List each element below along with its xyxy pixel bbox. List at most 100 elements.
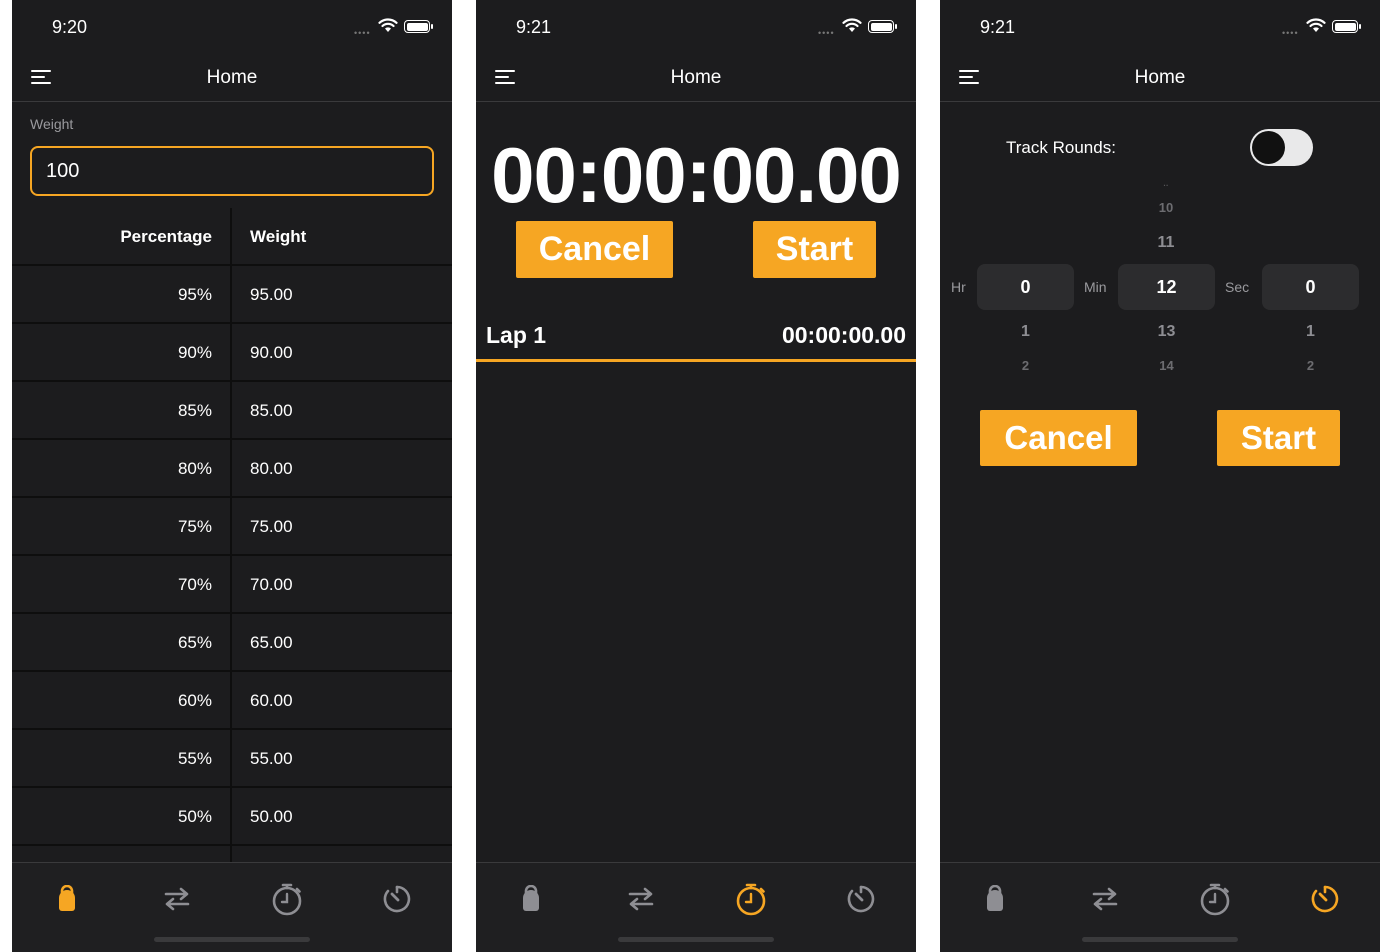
swap-arrows-icon [628, 887, 654, 911]
row-percentage: 70% [177, 575, 212, 594]
row-percentage: 55% [177, 749, 212, 768]
picker-option: 10 [1158, 200, 1174, 215]
picker-option: 13 [1157, 323, 1176, 340]
minutes-label: Min [1084, 279, 1107, 295]
row-weight: 95.00 [250, 285, 293, 304]
cancel-button[interactable]: Cancel [516, 221, 673, 278]
row-percentage: 65% [177, 633, 212, 652]
seconds-selected[interactable]: 0 [1262, 264, 1359, 310]
row-weight: 50.00 [250, 807, 293, 826]
status-bar: 9:21 •••• [940, 0, 1380, 54]
stopwatch-icon [736, 883, 766, 916]
timer-icon [847, 885, 875, 913]
stopwatch-icon [1200, 883, 1230, 916]
track-rounds-toggle[interactable] [1250, 129, 1313, 166]
table-row: 65% 65.00 [12, 614, 452, 672]
swap-arrows-icon [164, 887, 190, 911]
timer-screen: 9:21 •••• Home Track Rounds: ·· 10 11 Hr… [940, 0, 1380, 952]
page-title: Home [206, 67, 258, 88]
picker-option: 1 [1021, 323, 1030, 340]
tab-convert[interactable] [1087, 881, 1123, 917]
tab-timer[interactable] [1307, 881, 1343, 917]
table-row: 75% 75.00 [12, 498, 452, 556]
picker-option: 14 [1159, 358, 1174, 373]
tab-stopwatch[interactable] [1197, 881, 1233, 917]
row-percentage: 60% [177, 691, 212, 710]
page-title: Home [1134, 67, 1186, 88]
nav-bar: Home [940, 54, 1380, 102]
tab-percentage[interactable] [977, 881, 1013, 917]
lap-row: Lap 1 00:00:00.00 [476, 316, 916, 362]
kettlebell-icon [523, 885, 539, 911]
seconds-label: Sec [1225, 279, 1250, 295]
status-bar: 9:21 •••• [476, 0, 916, 54]
tab-convert[interactable] [623, 881, 659, 917]
signal-icon: •••• [818, 28, 835, 38]
row-weight: 70.00 [250, 575, 293, 594]
picker-dot: ·· [1163, 181, 1169, 190]
timer-icon [383, 885, 411, 913]
row-weight: 85.00 [250, 401, 293, 420]
hours-label: Hr [951, 279, 966, 295]
hours-selected[interactable]: 0 [977, 264, 1074, 310]
tab-stopwatch[interactable] [733, 881, 769, 917]
kettlebell-icon [987, 885, 1003, 911]
stopwatch-icon [272, 883, 302, 916]
cancel-button[interactable]: Cancel [980, 410, 1137, 466]
tab-timer[interactable] [379, 881, 415, 917]
table-row: 95% 95.00 [12, 266, 452, 324]
page-title: Home [670, 67, 722, 88]
swap-arrows-icon [1092, 887, 1118, 911]
picker-option: 11 [1157, 234, 1175, 251]
percentage-table: Percentage Weight 95% 95.00 90% 90.00 85% 8… [12, 208, 452, 904]
row-percentage: 90% [177, 343, 212, 362]
row-percentage: 80% [177, 459, 212, 478]
weight-input[interactable] [30, 146, 434, 196]
table-row: 70% 70.00 [12, 556, 452, 614]
status-bar: 9:20 •••• [12, 0, 452, 54]
row-weight: 55.00 [250, 749, 293, 768]
battery-icon [1332, 20, 1361, 33]
nav-bar: Home [476, 54, 916, 102]
lap-time: 00:00:00.00 [781, 322, 906, 348]
tab-percentage[interactable] [513, 881, 549, 917]
table-row: 80% 80.00 [12, 440, 452, 498]
start-button[interactable]: Start [1217, 410, 1340, 466]
row-percentage: 95% [177, 285, 212, 304]
table-row: 55% 55.00 [12, 730, 452, 788]
status-time: 9:20 [52, 17, 88, 37]
tab-bar [476, 862, 916, 952]
status-time: 9:21 [516, 17, 552, 37]
wifi-icon [378, 18, 398, 32]
tab-timer[interactable] [843, 881, 879, 917]
home-indicator [618, 937, 774, 942]
home-indicator [154, 937, 310, 942]
table-row: 60% 60.00 [12, 672, 452, 730]
stopwatch-screen: 9:21 •••• Home 00:00:00.00 Cancel Start … [476, 0, 916, 952]
row-weight: 90.00 [250, 343, 293, 362]
tab-stopwatch[interactable] [269, 881, 305, 917]
row-percentage: 50% [177, 807, 212, 826]
track-rounds-label: Track Rounds: [1006, 138, 1116, 157]
picker-option: 2 [1021, 358, 1030, 373]
stopwatch-display: 00:00:00.00 [491, 131, 902, 219]
lap-label: Lap 1 [486, 322, 547, 348]
start-button[interactable]: Start [753, 221, 876, 278]
table-row: 50% 50.00 [12, 788, 452, 846]
tab-bar [12, 862, 452, 952]
kettlebell-icon [59, 885, 75, 911]
tab-percentage[interactable] [49, 881, 85, 917]
weight-header: Weight [250, 227, 307, 246]
picker-option: 2 [1306, 358, 1315, 373]
minutes-selected[interactable]: 12 [1118, 264, 1215, 310]
row-weight: 80.00 [250, 459, 293, 478]
wifi-icon [1306, 18, 1326, 32]
row-percentage: 75% [177, 517, 212, 536]
weight-label: Weight [30, 116, 74, 132]
home-indicator [1082, 937, 1238, 942]
tab-convert[interactable] [159, 881, 195, 917]
table-row: 85% 85.00 [12, 382, 452, 440]
row-weight: 65.00 [250, 633, 293, 652]
signal-icon: •••• [354, 28, 371, 38]
nav-bar: Home [12, 54, 452, 102]
